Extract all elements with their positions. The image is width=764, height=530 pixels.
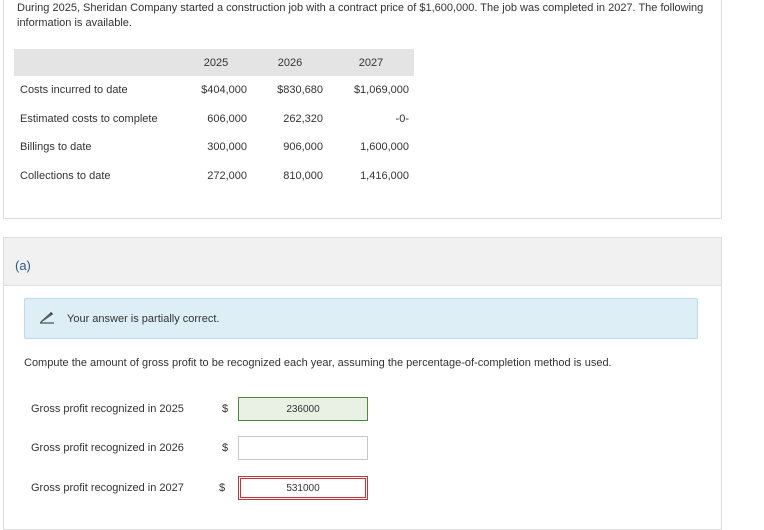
table-header-2027: 2027 bbox=[328, 49, 414, 76]
answer-label: Gross profit recognized in 2025 bbox=[31, 403, 184, 415]
row-value: 272,000 bbox=[207, 169, 247, 182]
answer-row-2027: Gross profit recognized in 2027 $ bbox=[31, 476, 371, 500]
problem-intro: During 2025, Sheridan Company started a … bbox=[17, 2, 704, 29]
table-header-2025: 2025 bbox=[180, 49, 252, 76]
gross-profit-2026-input[interactable] bbox=[238, 436, 368, 460]
table-header-2026: 2026 bbox=[252, 49, 328, 76]
answer-label: Gross profit recognized in 2026 bbox=[31, 442, 184, 454]
row-value: $404,000 bbox=[201, 84, 247, 97]
gross-profit-2025-input[interactable] bbox=[238, 397, 368, 421]
row-value: $830,680 bbox=[277, 84, 323, 97]
gross-profit-2027-input[interactable] bbox=[238, 476, 368, 500]
row-value: 606,000 bbox=[207, 112, 247, 125]
row-label: Estimated costs to complete bbox=[20, 112, 158, 125]
row-value: -0- bbox=[395, 112, 409, 125]
row-value: $1,069,000 bbox=[353, 84, 409, 97]
answer-label: Gross profit recognized in 2027 bbox=[31, 482, 184, 494]
table-row: Estimated costs to complete 606,000 262,… bbox=[14, 105, 414, 134]
row-value: 906,000 bbox=[283, 141, 323, 154]
table-row: Costs incurred to date $404,000 $830,680… bbox=[14, 76, 414, 105]
data-table: 2025 2026 2027 Costs incurred to date $4… bbox=[14, 49, 414, 190]
feedback-banner: Your answer is partially correct. bbox=[24, 298, 698, 339]
currency-symbol: $ bbox=[222, 442, 229, 454]
currency-symbol: $ bbox=[222, 403, 229, 415]
row-value: 300,000 bbox=[207, 141, 247, 154]
row-value: 810,000 bbox=[283, 169, 323, 182]
feedback-text: Your answer is partially correct. bbox=[67, 313, 220, 325]
answer-row-2025: Gross profit recognized in 2025 $ bbox=[31, 397, 371, 421]
table-row: Billings to date 300,000 906,000 1,600,0… bbox=[14, 133, 414, 162]
answer-row-2026: Gross profit recognized in 2026 $ bbox=[31, 436, 371, 460]
row-value: 1,416,000 bbox=[360, 169, 409, 182]
part-header: (a) bbox=[4, 238, 721, 286]
row-label: Collections to date bbox=[20, 169, 111, 182]
currency-symbol: $ bbox=[219, 482, 226, 494]
row-label: Costs incurred to date bbox=[20, 84, 128, 97]
table-row: Collections to date 272,000 810,000 1,41… bbox=[14, 162, 414, 191]
pencil-icon bbox=[39, 312, 55, 324]
table-header-empty bbox=[14, 49, 180, 76]
row-label: Billings to date bbox=[20, 141, 92, 154]
table-header-row: 2025 2026 2027 bbox=[14, 49, 414, 76]
row-value: 1,600,000 bbox=[360, 141, 409, 154]
question-text: Compute the amount of gross profit to be… bbox=[24, 357, 612, 369]
part-letter: (a) bbox=[15, 258, 31, 273]
row-value: 262,320 bbox=[283, 112, 323, 125]
